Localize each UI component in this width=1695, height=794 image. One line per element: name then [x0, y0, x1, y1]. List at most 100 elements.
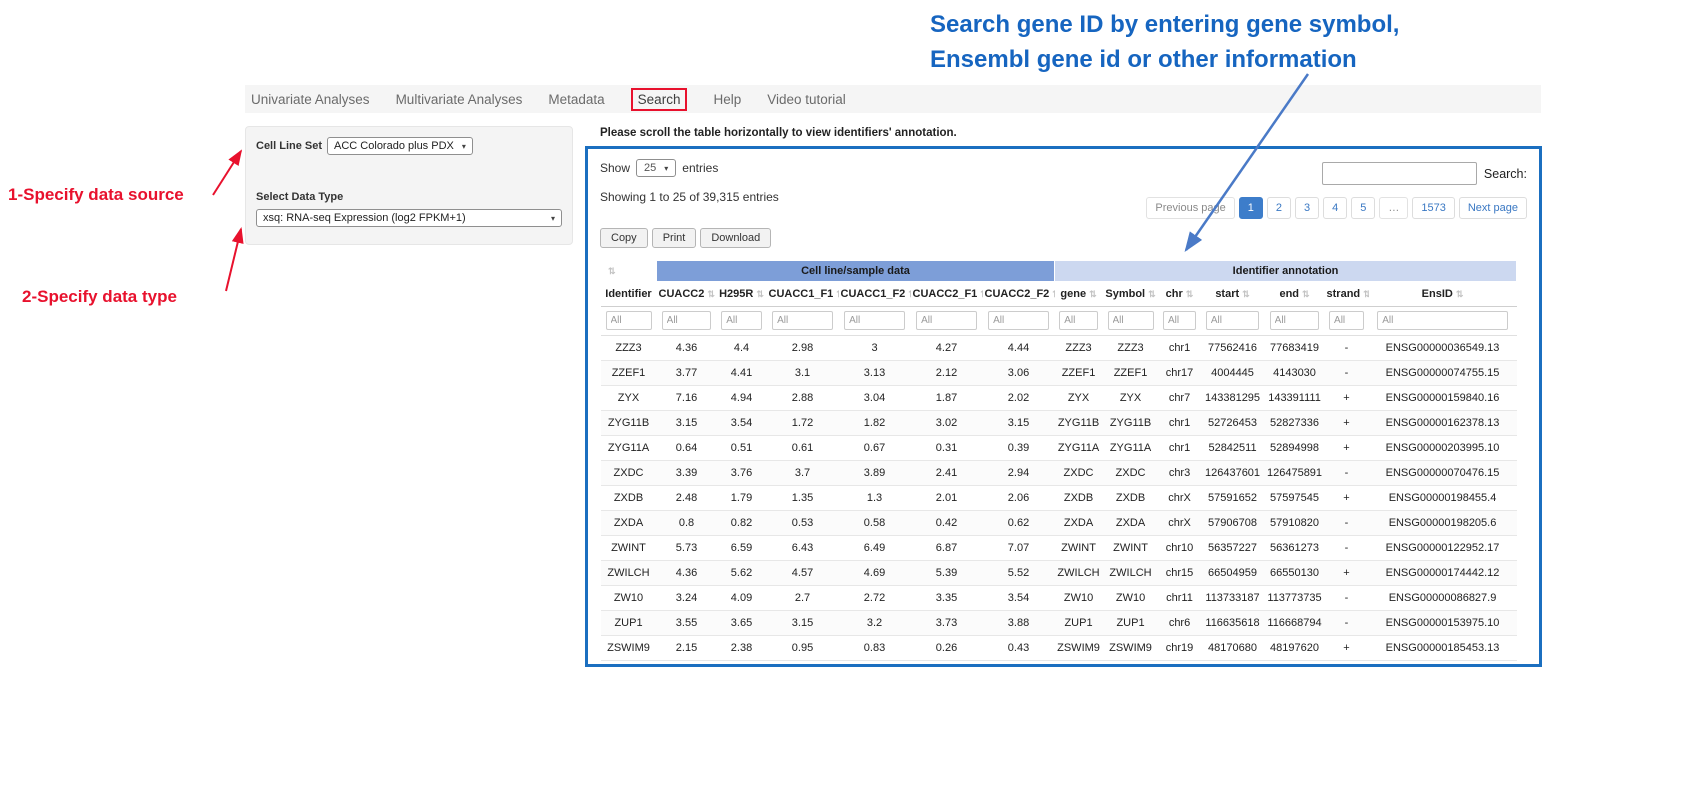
filter-cell	[1325, 307, 1369, 336]
table-cell: 1.35	[767, 486, 839, 511]
table-cell: 3.06	[983, 361, 1055, 386]
filter-input-identifier[interactable]	[606, 311, 652, 330]
column-header-cuacc2[interactable]: CUACC2⇅	[657, 282, 717, 307]
table-cell: ZWINT	[1103, 536, 1159, 561]
table-cell: 48197620	[1265, 636, 1325, 661]
table-cell: ZYG11A	[1103, 436, 1159, 461]
filter-input-end[interactable]	[1270, 311, 1320, 330]
column-header-h295r[interactable]: H295R⇅	[717, 282, 767, 307]
table-row-ZXDA[interactable]: ZXDA0.80.820.530.580.420.62ZXDAZXDAchrX5…	[601, 511, 1517, 536]
column-header-ensid[interactable]: EnsID⇅	[1369, 282, 1517, 307]
nav-item-search[interactable]: Search	[631, 88, 688, 111]
table-search-input[interactable]	[1322, 162, 1477, 185]
table-cell: 52726453	[1201, 411, 1265, 436]
table-row-ZZZ3[interactable]: ZZZ34.364.42.9834.274.44ZZZ3ZZZ3chr17756…	[601, 336, 1517, 361]
table-cell: ZXDA	[1055, 511, 1103, 536]
filter-cell	[839, 307, 911, 336]
table-cell: 4.44	[983, 336, 1055, 361]
nav-item-metadata[interactable]: Metadata	[548, 92, 604, 107]
page-button-3[interactable]: 3	[1295, 197, 1319, 219]
column-header-cuacc1-f2[interactable]: CUACC1_F2⇅	[839, 282, 911, 307]
filter-input-cuacc2-f1[interactable]	[916, 311, 977, 330]
table-cell: chr19	[1159, 636, 1201, 661]
table-row-ZWINT[interactable]: ZWINT5.736.596.436.496.877.07ZWINTZWINTc…	[601, 536, 1517, 561]
nav-item-video-tutorial[interactable]: Video tutorial	[767, 92, 846, 107]
sort-icon[interactable]: ⇅	[608, 266, 616, 276]
download-button[interactable]: Download	[700, 228, 771, 248]
nav-item-help[interactable]: Help	[713, 92, 741, 107]
filter-input-h295r[interactable]	[721, 311, 761, 330]
data-type-label: Select Data Type	[256, 191, 562, 203]
filter-input-gene[interactable]	[1059, 311, 1098, 330]
table-row-ZZEF1[interactable]: ZZEF13.774.413.13.132.123.06ZZEF1ZZEF1ch…	[601, 361, 1517, 386]
column-header-cuacc2-f1[interactable]: CUACC2_F1⇅	[911, 282, 983, 307]
sort-icon: ⇅	[836, 289, 838, 299]
table-cell: ZXDA	[1103, 511, 1159, 536]
column-header-gene[interactable]: gene⇅	[1055, 282, 1103, 307]
table-row-ZUP1[interactable]: ZUP13.553.653.153.23.733.88ZUP1ZUP1chr61…	[601, 611, 1517, 636]
table-cell: chr17	[1159, 361, 1201, 386]
table-row-ZYG11B[interactable]: ZYG11B3.153.541.721.823.023.15ZYG11BZYG1…	[601, 411, 1517, 436]
page-button-2[interactable]: 2	[1267, 197, 1291, 219]
table-row-ZYG11A[interactable]: ZYG11A0.640.510.610.670.310.39ZYG11AZYG1…	[601, 436, 1517, 461]
sort-icon: ⇅	[1363, 289, 1368, 299]
table-row-ZXDB[interactable]: ZXDB2.481.791.351.32.012.06ZXDBZXDBchrX5…	[601, 486, 1517, 511]
nav-item-univariate-analyses[interactable]: Univariate Analyses	[251, 92, 370, 107]
page-canvas: Search gene ID by entering gene symbol, …	[0, 0, 1695, 794]
page-button-1[interactable]: 1	[1239, 197, 1263, 219]
table-cell: 2.48	[657, 486, 717, 511]
filter-input-symbol[interactable]	[1108, 311, 1154, 330]
table-row-ZWILCH[interactable]: ZWILCH4.365.624.574.695.395.52ZWILCHZWIL…	[601, 561, 1517, 586]
column-header-end[interactable]: end⇅	[1265, 282, 1325, 307]
table-cell: 2.06	[983, 486, 1055, 511]
column-header-symbol[interactable]: Symbol⇅	[1103, 282, 1159, 307]
page-button-1573[interactable]: 1573	[1412, 197, 1454, 219]
print-button[interactable]: Print	[652, 228, 697, 248]
table-cell: 2.88	[767, 386, 839, 411]
nav-item-multivariate-analyses[interactable]: Multivariate Analyses	[396, 92, 523, 107]
column-label: chr	[1166, 288, 1183, 300]
table-cell: 2.98	[767, 336, 839, 361]
table-cell: 2.7	[767, 586, 839, 611]
filter-input-start[interactable]	[1206, 311, 1259, 330]
table-cell: 2.38	[717, 636, 767, 661]
table-row-ZYX[interactable]: ZYX7.164.942.883.041.872.02ZYXZYXchr7143…	[601, 386, 1517, 411]
filter-input-cuacc2[interactable]	[662, 311, 712, 330]
table-cell: +	[1325, 386, 1369, 411]
filter-input-strand[interactable]	[1329, 311, 1364, 330]
data-source-panel: Cell Line Set ACC Colorado plus PDX▾ Sel…	[245, 126, 573, 245]
column-header-identifier[interactable]: Identifier	[601, 282, 657, 307]
table-cell: -	[1325, 361, 1369, 386]
data-type-select[interactable]: xsq: RNA-seq Expression (log2 FPKM+1)▾	[256, 209, 562, 227]
filter-cell	[911, 307, 983, 336]
pagination-ellipsis: …	[1379, 197, 1408, 219]
cell-line-set-select[interactable]: ACC Colorado plus PDX▾	[327, 137, 473, 155]
table-cell: 2.01	[911, 486, 983, 511]
column-header-cuacc1-f1[interactable]: CUACC1_F1⇅	[767, 282, 839, 307]
column-header-start[interactable]: start⇅	[1201, 282, 1265, 307]
search-label: Search:	[1484, 167, 1527, 181]
filter-input-cuacc2-f2[interactable]	[988, 311, 1049, 330]
previous-page-button[interactable]: Previous page	[1146, 197, 1234, 219]
table-row-ZSWIM9[interactable]: ZSWIM92.152.380.950.830.260.43ZSWIM9ZSWI…	[601, 636, 1517, 661]
column-header-chr[interactable]: chr⇅	[1159, 282, 1201, 307]
red-arrow-2	[226, 229, 241, 291]
column-header-cuacc2-f2[interactable]: CUACC2_F2⇅	[983, 282, 1055, 307]
table-cell: 6.87	[911, 536, 983, 561]
filter-cell	[1201, 307, 1265, 336]
table-row-ZW10[interactable]: ZW103.244.092.72.723.353.54ZW10ZW10chr11…	[601, 586, 1517, 611]
page-button-4[interactable]: 4	[1323, 197, 1347, 219]
copy-button[interactable]: Copy	[600, 228, 648, 248]
table-cell: ZUP1	[1103, 611, 1159, 636]
column-header-strand[interactable]: strand⇅	[1325, 282, 1369, 307]
filter-input-cuacc1-f1[interactable]	[772, 311, 833, 330]
page-length-select[interactable]: 25▾	[636, 159, 676, 177]
filter-input-chr[interactable]	[1163, 311, 1196, 330]
next-page-button[interactable]: Next page	[1459, 197, 1527, 219]
filter-input-cuacc1-f2[interactable]	[844, 311, 905, 330]
table-row-ZXDC[interactable]: ZXDC3.393.763.73.892.412.94ZXDCZXDCchr31…	[601, 461, 1517, 486]
page-button-5[interactable]: 5	[1351, 197, 1375, 219]
column-label: strand	[1327, 288, 1361, 300]
table-cell: 2.15	[657, 636, 717, 661]
filter-input-ensid[interactable]	[1377, 311, 1508, 330]
